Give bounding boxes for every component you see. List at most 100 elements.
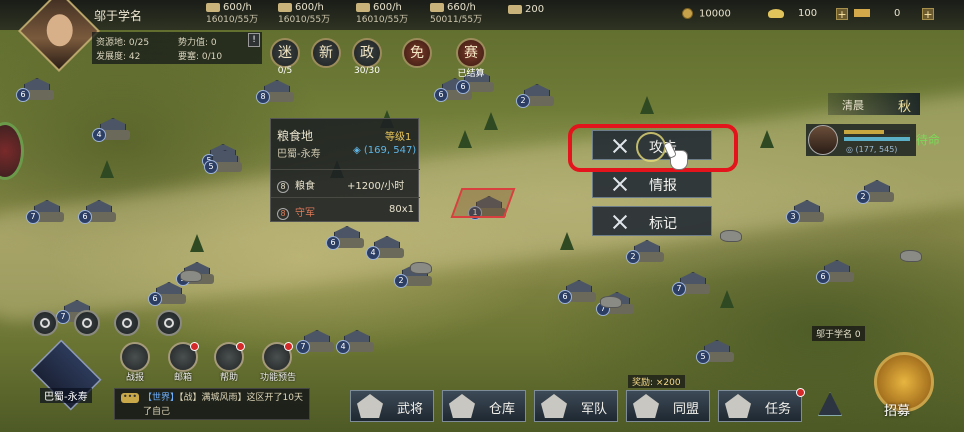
- map-tile[interactable]: 6: [816, 260, 854, 284]
- resource-iron[interactable]: 600/h 16010/55万: [278, 2, 330, 26]
- map-tile[interactable]: 3: [786, 200, 824, 224]
- tile-level-badge: 3: [786, 210, 800, 224]
- map-tile[interactable]: 7: [296, 330, 334, 354]
- grain-amount: 50011/55万: [430, 15, 483, 25]
- development-value: 发展度: 42: [96, 52, 141, 62]
- map-tile[interactable]: 5: [696, 340, 734, 364]
- army-button[interactable]: 军队: [534, 390, 618, 422]
- tile-level-badge: 6: [326, 236, 340, 250]
- resource-order[interactable]: 200: [508, 4, 544, 16]
- map-tile[interactable]: 2: [626, 240, 664, 264]
- map-tile[interactable]: 4: [366, 236, 404, 260]
- general-status: 待命: [916, 133, 941, 147]
- warehouse-label: 仓库: [489, 402, 516, 417]
- grain-output-value: +1200/小时: [347, 181, 405, 192]
- tile-location: 巴蜀-永寿: [277, 149, 321, 160]
- generals-button[interactable]: 武将: [350, 390, 434, 422]
- quest-label: 任务: [765, 402, 792, 417]
- map-tile[interactable]: 6: [148, 282, 186, 306]
- general-portrait: [808, 125, 838, 155]
- horse-icon[interactable]: [156, 310, 182, 336]
- rock-icon: [180, 270, 202, 282]
- warehouse-icon: [449, 394, 475, 418]
- map-tile[interactable]: 5: [204, 150, 242, 174]
- mark-button[interactable]: 标记: [592, 206, 712, 236]
- policy-button[interactable]: 政: [352, 38, 382, 68]
- chat-more-icon[interactable]: •••: [121, 393, 139, 403]
- alert-icon[interactable]: !: [248, 33, 260, 47]
- stamina-bar: [844, 130, 910, 134]
- iron-amount: 16010/55万: [278, 15, 331, 25]
- tile-level-badge: 4: [92, 128, 106, 142]
- crossed-swords-icon: [611, 175, 629, 193]
- alliance-button[interactable]: 同盟: [626, 390, 710, 422]
- influence-value: 势力值: 0: [178, 38, 217, 48]
- resource-wood[interactable]: 600/h 16010/55万: [206, 2, 258, 26]
- player-name: 邬于学名: [94, 9, 143, 23]
- tile-level-badge: 5: [204, 160, 218, 174]
- alliance-label: 同盟: [673, 402, 700, 417]
- map-tile[interactable]: 4: [92, 118, 130, 142]
- world-chat-box[interactable]: ••• 【世界】【战】满城风雨】这区开了10天了自己: [114, 388, 310, 420]
- tile-level-badge: 6: [78, 210, 92, 224]
- tree-icon: [484, 112, 498, 130]
- gold-amount: 100: [798, 8, 818, 19]
- selected-tile[interactable]: [450, 188, 516, 218]
- season-race-button[interactable]: 赛: [456, 38, 486, 68]
- map-tile[interactable]: 2: [856, 180, 894, 204]
- map-tile[interactable]: 4: [336, 330, 374, 354]
- add-jade-button[interactable]: +: [922, 8, 934, 20]
- map-tile[interactable]: 7: [672, 272, 710, 296]
- map-tile[interactable]: 6: [326, 226, 364, 250]
- tile-level-badge: 2: [626, 250, 640, 264]
- warehouse-button[interactable]: 仓库: [442, 390, 526, 422]
- grain-output-row: 8 粮食: [277, 177, 315, 193]
- shield-map-icon[interactable]: [32, 310, 58, 336]
- general-card[interactable]: ◎ (177, 545): [806, 124, 916, 156]
- tile-coord-link[interactable]: ◈ (169, 547): [353, 145, 416, 156]
- intel-button[interactable]: 情报: [592, 168, 712, 198]
- jade-display: 0: [854, 8, 900, 19]
- maze-button[interactable]: 迷: [270, 38, 300, 68]
- main-city-name[interactable]: 巴蜀-永寿: [40, 388, 92, 403]
- intel-label: 情报: [649, 178, 677, 194]
- tile-level: 等级1: [385, 132, 412, 143]
- stats-panel[interactable]: 资源地: 0/25 势力值: 0 发展度: 42 要塞: 0/10: [92, 32, 262, 64]
- tile-level-badge: 2: [516, 94, 530, 108]
- gold-display: 100: [768, 8, 817, 19]
- target-icon: ◎: [846, 145, 856, 154]
- search-icon[interactable]: [74, 310, 100, 336]
- add-gold-button[interactable]: +: [836, 8, 848, 20]
- garrison-badge-icon: 8: [277, 208, 289, 220]
- tile-level-badge: 2: [856, 190, 870, 204]
- battle-report-icon[interactable]: [120, 342, 150, 372]
- mail-alert-badge: [190, 342, 199, 351]
- quest-button[interactable]: 任务: [718, 390, 802, 422]
- help-label: 帮助: [219, 373, 238, 383]
- resource-stone[interactable]: 600/h 16010/55万: [356, 2, 408, 26]
- map-tile[interactable]: 6: [558, 280, 596, 304]
- tree-icon: [760, 130, 774, 148]
- map-tile[interactable]: 7: [26, 200, 64, 224]
- general-coord: ◎ (177, 545): [846, 145, 897, 154]
- new-button[interactable]: 新: [311, 38, 341, 68]
- iron-rate: 600/h: [295, 2, 324, 13]
- garrison-label: 守军: [295, 208, 315, 219]
- map-tile[interactable]: 6: [78, 200, 116, 224]
- recruit-owner-tag: 邬于学名 0: [812, 326, 865, 341]
- generals-label: 武将: [397, 402, 424, 417]
- map-tile[interactable]: 8: [256, 80, 294, 104]
- tap-ring-icon: [636, 132, 666, 162]
- collapse-arrow-icon[interactable]: [818, 392, 842, 416]
- battle-report-label: 战报: [125, 373, 144, 383]
- location-pin-icon[interactable]: [114, 310, 140, 336]
- quest-reward: 奖励: ×200: [628, 375, 685, 388]
- wood-icon: [206, 2, 220, 12]
- map-tile[interactable]: 2: [516, 84, 554, 108]
- help-alert-badge: [236, 342, 245, 351]
- territory-toggle-icon[interactable]: [0, 122, 24, 180]
- immunity-button[interactable]: 免: [402, 38, 432, 68]
- resource-grain[interactable]: 660/h 50011/55万: [430, 2, 482, 26]
- mark-label: 标记: [649, 216, 677, 232]
- map-tile[interactable]: 6: [16, 78, 54, 102]
